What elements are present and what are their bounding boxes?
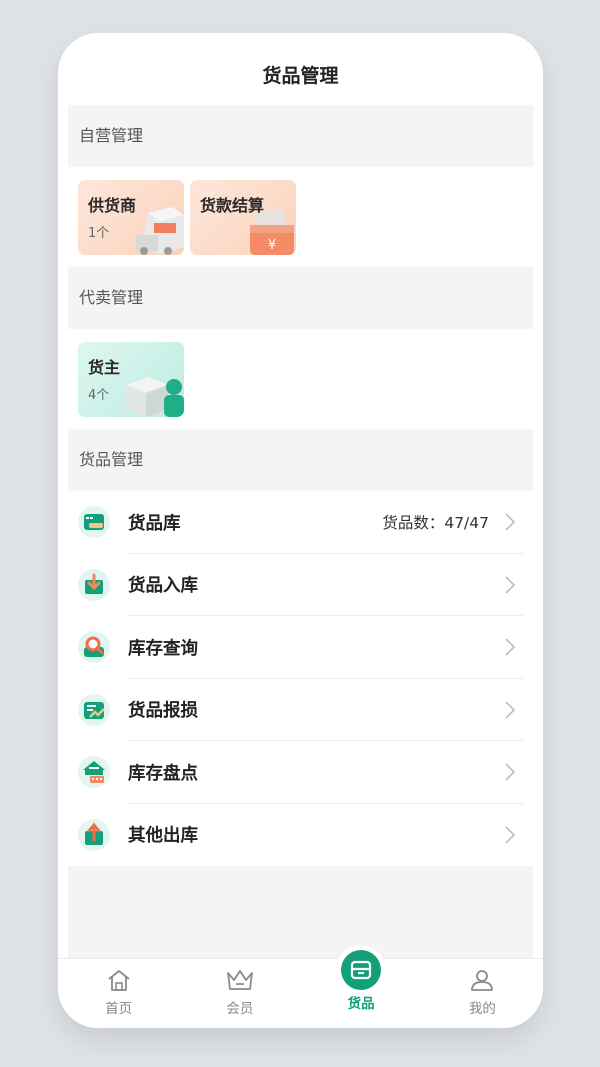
stocktaking-icon: [78, 756, 110, 789]
chevron-right-icon: [501, 638, 519, 656]
menu-item-label: 货品报损: [128, 701, 198, 722]
inventory-query-icon: [78, 631, 110, 664]
main-content: 自营管理 供货商 1个 货款结算 ¥ 代卖管理 货主 4个 货品管理 货品库 货…: [68, 105, 533, 958]
menu-item-label: 其他出库: [128, 826, 198, 847]
home-icon: [108, 970, 130, 991]
menu-item-goods-loss-report[interactable]: 货品报损: [78, 679, 533, 741]
settlement-card-title: 货款结算: [200, 196, 265, 215]
settlement-yuan-label: ¥: [268, 238, 276, 253]
consignment-cards: 货主 4个: [68, 329, 533, 429]
owner-card-title: 货主: [88, 358, 121, 377]
tab-label: 货品: [347, 996, 375, 1012]
goods-box-icon: [341, 950, 382, 990]
menu-item-stocktaking[interactable]: 库存盘点: [78, 741, 533, 804]
tab-label: 我的: [468, 1001, 496, 1017]
tab-goods[interactable]: 货品: [301, 945, 422, 1028]
tab-home[interactable]: 首页: [58, 959, 179, 1028]
bottom-tab-bar: 首页 会员 货品 我的: [58, 945, 543, 1028]
tab-label: 会员: [226, 1001, 254, 1017]
chevron-right-icon: [501, 763, 519, 781]
owner-card[interactable]: 货主 4个: [78, 342, 184, 417]
section-title-goods: 货品管理: [68, 429, 533, 491]
other-outbound-icon: [78, 818, 110, 851]
supplier-card-count: 1个: [88, 226, 110, 241]
goods-library-icon: [78, 506, 110, 539]
chevron-right-icon: [501, 701, 519, 719]
owner-card-count: 4个: [88, 388, 110, 403]
menu-item-inventory-query[interactable]: 库存查询: [78, 616, 533, 679]
chevron-right-icon: [501, 513, 519, 531]
menu-item-label: 货品库: [128, 513, 181, 534]
self-operated-cards: 供货商 1个 货款结算 ¥: [68, 167, 533, 267]
supplier-card[interactable]: 供货商 1个: [78, 180, 184, 255]
goods-count-text: 货品数：47/47: [382, 514, 489, 533]
supplier-card-title: 供货商: [88, 196, 137, 215]
settlement-card[interactable]: 货款结算 ¥: [190, 180, 296, 255]
chevron-right-icon: [501, 576, 519, 594]
crown-icon: [226, 970, 253, 990]
menu-item-label: 库存查询: [128, 638, 198, 659]
menu-item-goods-library[interactable]: 货品库 货品数：47/47: [78, 491, 533, 554]
menu-item-label: 库存盘点: [128, 763, 198, 784]
menu-item-label: 货品入库: [128, 576, 198, 597]
goods-loss-report-icon: [78, 693, 110, 726]
page-title: 货品管理: [262, 65, 339, 87]
tab-member[interactable]: 会员: [179, 959, 300, 1028]
tab-label: 首页: [105, 1001, 133, 1017]
menu-item-goods-inbound[interactable]: 货品入库: [78, 554, 533, 616]
user-icon: [471, 970, 494, 991]
tab-mine[interactable]: 我的: [422, 959, 543, 1028]
section-title-self-operated: 自营管理: [68, 105, 533, 167]
menu-item-other-outbound[interactable]: 其他出库: [78, 804, 533, 867]
chevron-right-icon: [501, 826, 519, 844]
goods-menu-list: 货品库 货品数：47/47 货品入库 库存查询 货品报损 库存盘点 其他出库: [68, 491, 533, 866]
phone-frame: 货品管理 自营管理 供货商 1个 货款结算 ¥ 代卖管理 货主 4个 货品管理 …: [58, 33, 543, 1028]
goods-inbound-icon: [78, 568, 110, 601]
section-title-consignment: 代卖管理: [68, 267, 533, 329]
